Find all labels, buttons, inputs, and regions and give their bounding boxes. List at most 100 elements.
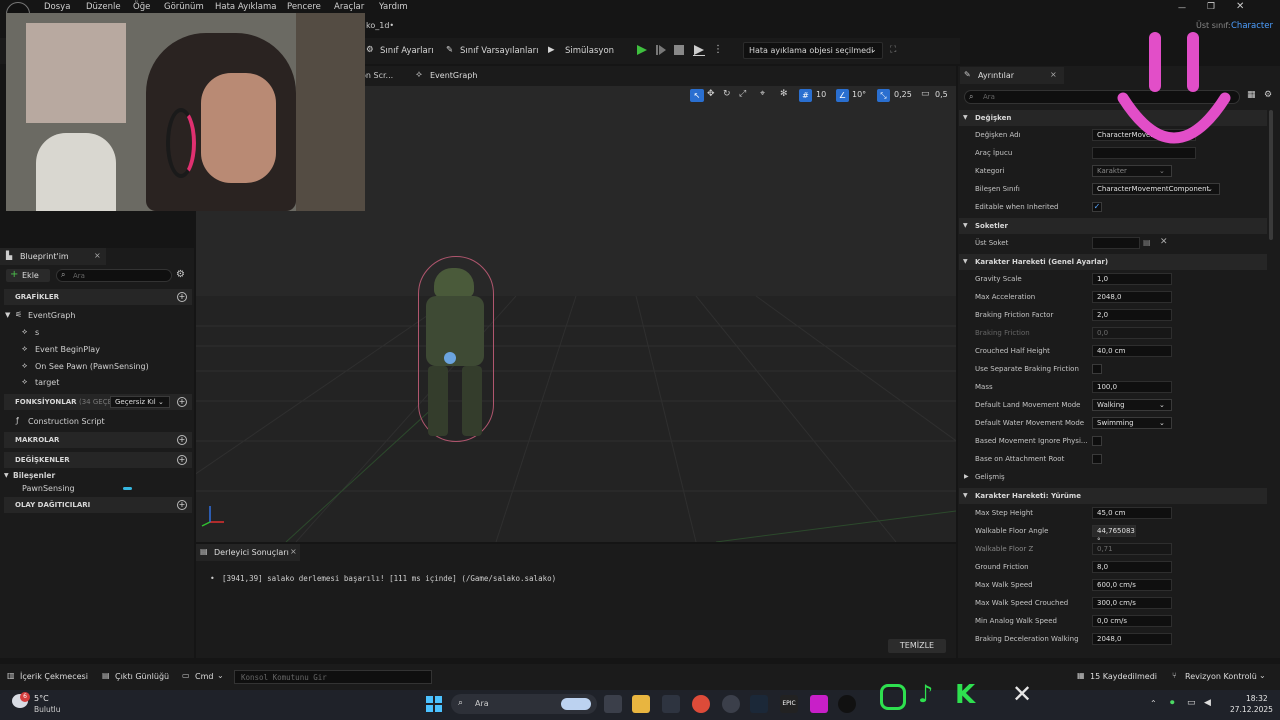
- play-icon[interactable]: [636, 44, 648, 56]
- add-variable-icon[interactable]: +: [177, 455, 187, 465]
- console-input[interactable]: Konsol Komutunu Gir: [234, 670, 432, 684]
- step-icon[interactable]: [655, 44, 667, 56]
- collapse-arrow-icon[interactable]: ▼: [963, 222, 968, 229]
- volume-icon[interactable]: ◀: [1204, 698, 1211, 708]
- details-scrollbar[interactable]: [1269, 110, 1273, 240]
- category-dropdown[interactable]: Karakter ⌄: [1092, 165, 1172, 177]
- tab-compiler-results[interactable]: ▤ Derleyici Sonuçları ×: [196, 544, 300, 561]
- add-button[interactable]: + Ekle: [6, 269, 50, 282]
- graph-item-beginplay[interactable]: Event BeginPlay: [35, 345, 100, 354]
- collapse-arrow-icon[interactable]: ▼: [963, 492, 968, 499]
- close-tab-icon[interactable]: ×: [94, 251, 101, 260]
- walkable-floor-angle-field[interactable]: 44,765083 °: [1092, 525, 1136, 545]
- water-movement-dropdown[interactable]: Swimming ⌄: [1092, 417, 1172, 429]
- store-icon[interactable]: [662, 695, 680, 713]
- angle-snap-icon[interactable]: ∠: [836, 89, 849, 102]
- weather-desc[interactable]: Bulutlu: [34, 705, 61, 714]
- close-window-icon[interactable]: ✕: [1236, 1, 1244, 12]
- menu-tools[interactable]: Araçlar: [334, 2, 364, 12]
- max-step-height-field[interactable]: 45,0 cm: [1092, 507, 1172, 519]
- section-general-movement[interactable]: Karakter Hareketi (Genel Ayarlar): [959, 254, 1267, 270]
- camera-speed-value[interactable]: 0,5: [935, 90, 948, 99]
- add-graph-icon[interactable]: +: [177, 292, 187, 302]
- menu-asset[interactable]: Öğe: [133, 2, 150, 12]
- braking-friction-factor-field[interactable]: 2,0: [1092, 309, 1172, 321]
- gravity-scale-field[interactable]: 1,0: [1092, 273, 1172, 285]
- separate-braking-checkbox[interactable]: [1092, 364, 1102, 374]
- collapse-arrow-icon[interactable]: ▼: [963, 258, 968, 265]
- graph-item-s[interactable]: s: [35, 328, 39, 337]
- taskbar-search[interactable]: ⌕ Ara: [451, 694, 597, 714]
- content-drawer-button[interactable]: İçerik Çekmecesi: [20, 672, 88, 681]
- attachment-root-checkbox[interactable]: [1092, 454, 1102, 464]
- advanced-toggle[interactable]: Gelişmiş: [975, 473, 1005, 481]
- simulation-button[interactable]: Simülasyon: [565, 46, 614, 56]
- add-function-icon[interactable]: +: [177, 397, 187, 407]
- chrome-icon[interactable]: [692, 695, 710, 713]
- chevron-up-icon[interactable]: ⌃: [1150, 699, 1157, 708]
- camera-speed-icon[interactable]: ▭: [921, 89, 930, 99]
- stop-icon[interactable]: [674, 45, 684, 55]
- graph-item-target[interactable]: target: [35, 378, 59, 387]
- settings-icon[interactable]: ⚙: [1264, 90, 1272, 100]
- grid-snap-icon[interactable]: #: [799, 89, 812, 102]
- debug-object-dropdown[interactable]: Hata ayıklama objesi seçilmedi ⌄: [743, 42, 883, 59]
- clock-date[interactable]: 27.12.2025: [1230, 705, 1273, 714]
- gear-icon[interactable]: ⚙: [176, 269, 185, 280]
- revision-control-button[interactable]: Revizyon Kontrolü: [1185, 672, 1257, 681]
- editable-inherited-checkbox[interactable]: ✓: [1092, 202, 1102, 212]
- translate-icon[interactable]: ✥: [707, 89, 715, 99]
- section-walking[interactable]: Karakter Hareketi: Yürüme: [959, 488, 1267, 504]
- close-tab-icon[interactable]: ×: [290, 547, 297, 556]
- mass-field[interactable]: 100,0: [1092, 381, 1172, 393]
- close-tab-icon[interactable]: ×: [1050, 70, 1057, 79]
- expand-arrow-icon[interactable]: ▼: [5, 311, 10, 319]
- menu-view[interactable]: Görünüm: [164, 2, 204, 12]
- scale-icon[interactable]: ⤢: [739, 89, 746, 99]
- parent-socket-field[interactable]: [1092, 237, 1140, 249]
- angle-snap-value[interactable]: 10°: [852, 90, 866, 99]
- microphone-icon[interactable]: ⏺: [1170, 698, 1175, 708]
- ground-friction-field[interactable]: 8,0: [1092, 561, 1172, 573]
- section-sockets[interactable]: Soketler: [959, 218, 1267, 234]
- cmd-dropdown[interactable]: Cmd: [195, 672, 213, 681]
- weather-temp[interactable]: 5°C: [34, 694, 49, 703]
- ignore-physics-checkbox[interactable]: [1092, 436, 1102, 446]
- add-macro-icon[interactable]: +: [177, 435, 187, 445]
- component-item-pawnsensing[interactable]: PawnSensing: [22, 484, 75, 493]
- scale-snap-icon[interactable]: ⤡: [877, 89, 890, 102]
- table-view-icon[interactable]: ▦: [1247, 90, 1256, 100]
- max-acceleration-field[interactable]: 2048,0: [1092, 291, 1172, 303]
- clear-icon[interactable]: ✕: [1160, 237, 1168, 247]
- tab-details[interactable]: ✎ Ayrıntılar ×: [960, 67, 1064, 84]
- expand-arrow-icon[interactable]: ▼: [4, 472, 9, 479]
- more-options-icon[interactable]: ⋮: [713, 44, 723, 55]
- component-class-dropdown[interactable]: CharacterMovementComponent ⌄: [1092, 183, 1220, 195]
- tab-construction-script[interactable]: on Scr...: [361, 71, 393, 80]
- network-icon[interactable]: ▭: [1187, 698, 1196, 708]
- unreal-engine-icon[interactable]: [838, 695, 856, 713]
- dispatchers-section[interactable]: OLAY DAĞITICILARI +: [4, 497, 192, 513]
- graph-item-onseepawn[interactable]: On See Pawn (PawnSensing): [35, 362, 149, 371]
- app-pink-icon[interactable]: [810, 695, 828, 713]
- clock-time[interactable]: 18:32: [1246, 694, 1268, 703]
- blueprint-search-input[interactable]: ⌕ Ara: [56, 269, 172, 282]
- app-icon[interactable]: [722, 695, 740, 713]
- task-view-icon[interactable]: [604, 695, 622, 713]
- function-item-construction[interactable]: Construction Script: [28, 417, 105, 426]
- epic-games-icon[interactable]: EPIC: [780, 695, 798, 713]
- eject-icon[interactable]: [693, 44, 705, 56]
- max-walk-speed-field[interactable]: 600,0 cm/s: [1092, 579, 1172, 591]
- windows-start-icon[interactable]: [426, 696, 442, 712]
- expand-arrow-icon[interactable]: ▶: [964, 473, 969, 480]
- min-analog-walk-speed-field[interactable]: 0,0 cm/s: [1092, 615, 1172, 627]
- file-explorer-icon[interactable]: [632, 695, 650, 713]
- folder-icon[interactable]: ▤: [1143, 238, 1151, 247]
- class-settings-button[interactable]: Sınıf Ayarları: [380, 46, 434, 56]
- restore-icon[interactable]: ❐: [1207, 2, 1215, 12]
- land-movement-dropdown[interactable]: Walking ⌄: [1092, 399, 1172, 411]
- parent-class-link[interactable]: Character: [1231, 21, 1273, 31]
- menu-debug[interactable]: Hata Ayıklama: [215, 2, 276, 12]
- variables-section[interactable]: DEĞİŞKENLER +: [4, 452, 192, 468]
- graph-item-eventgraph[interactable]: EventGraph: [28, 311, 75, 320]
